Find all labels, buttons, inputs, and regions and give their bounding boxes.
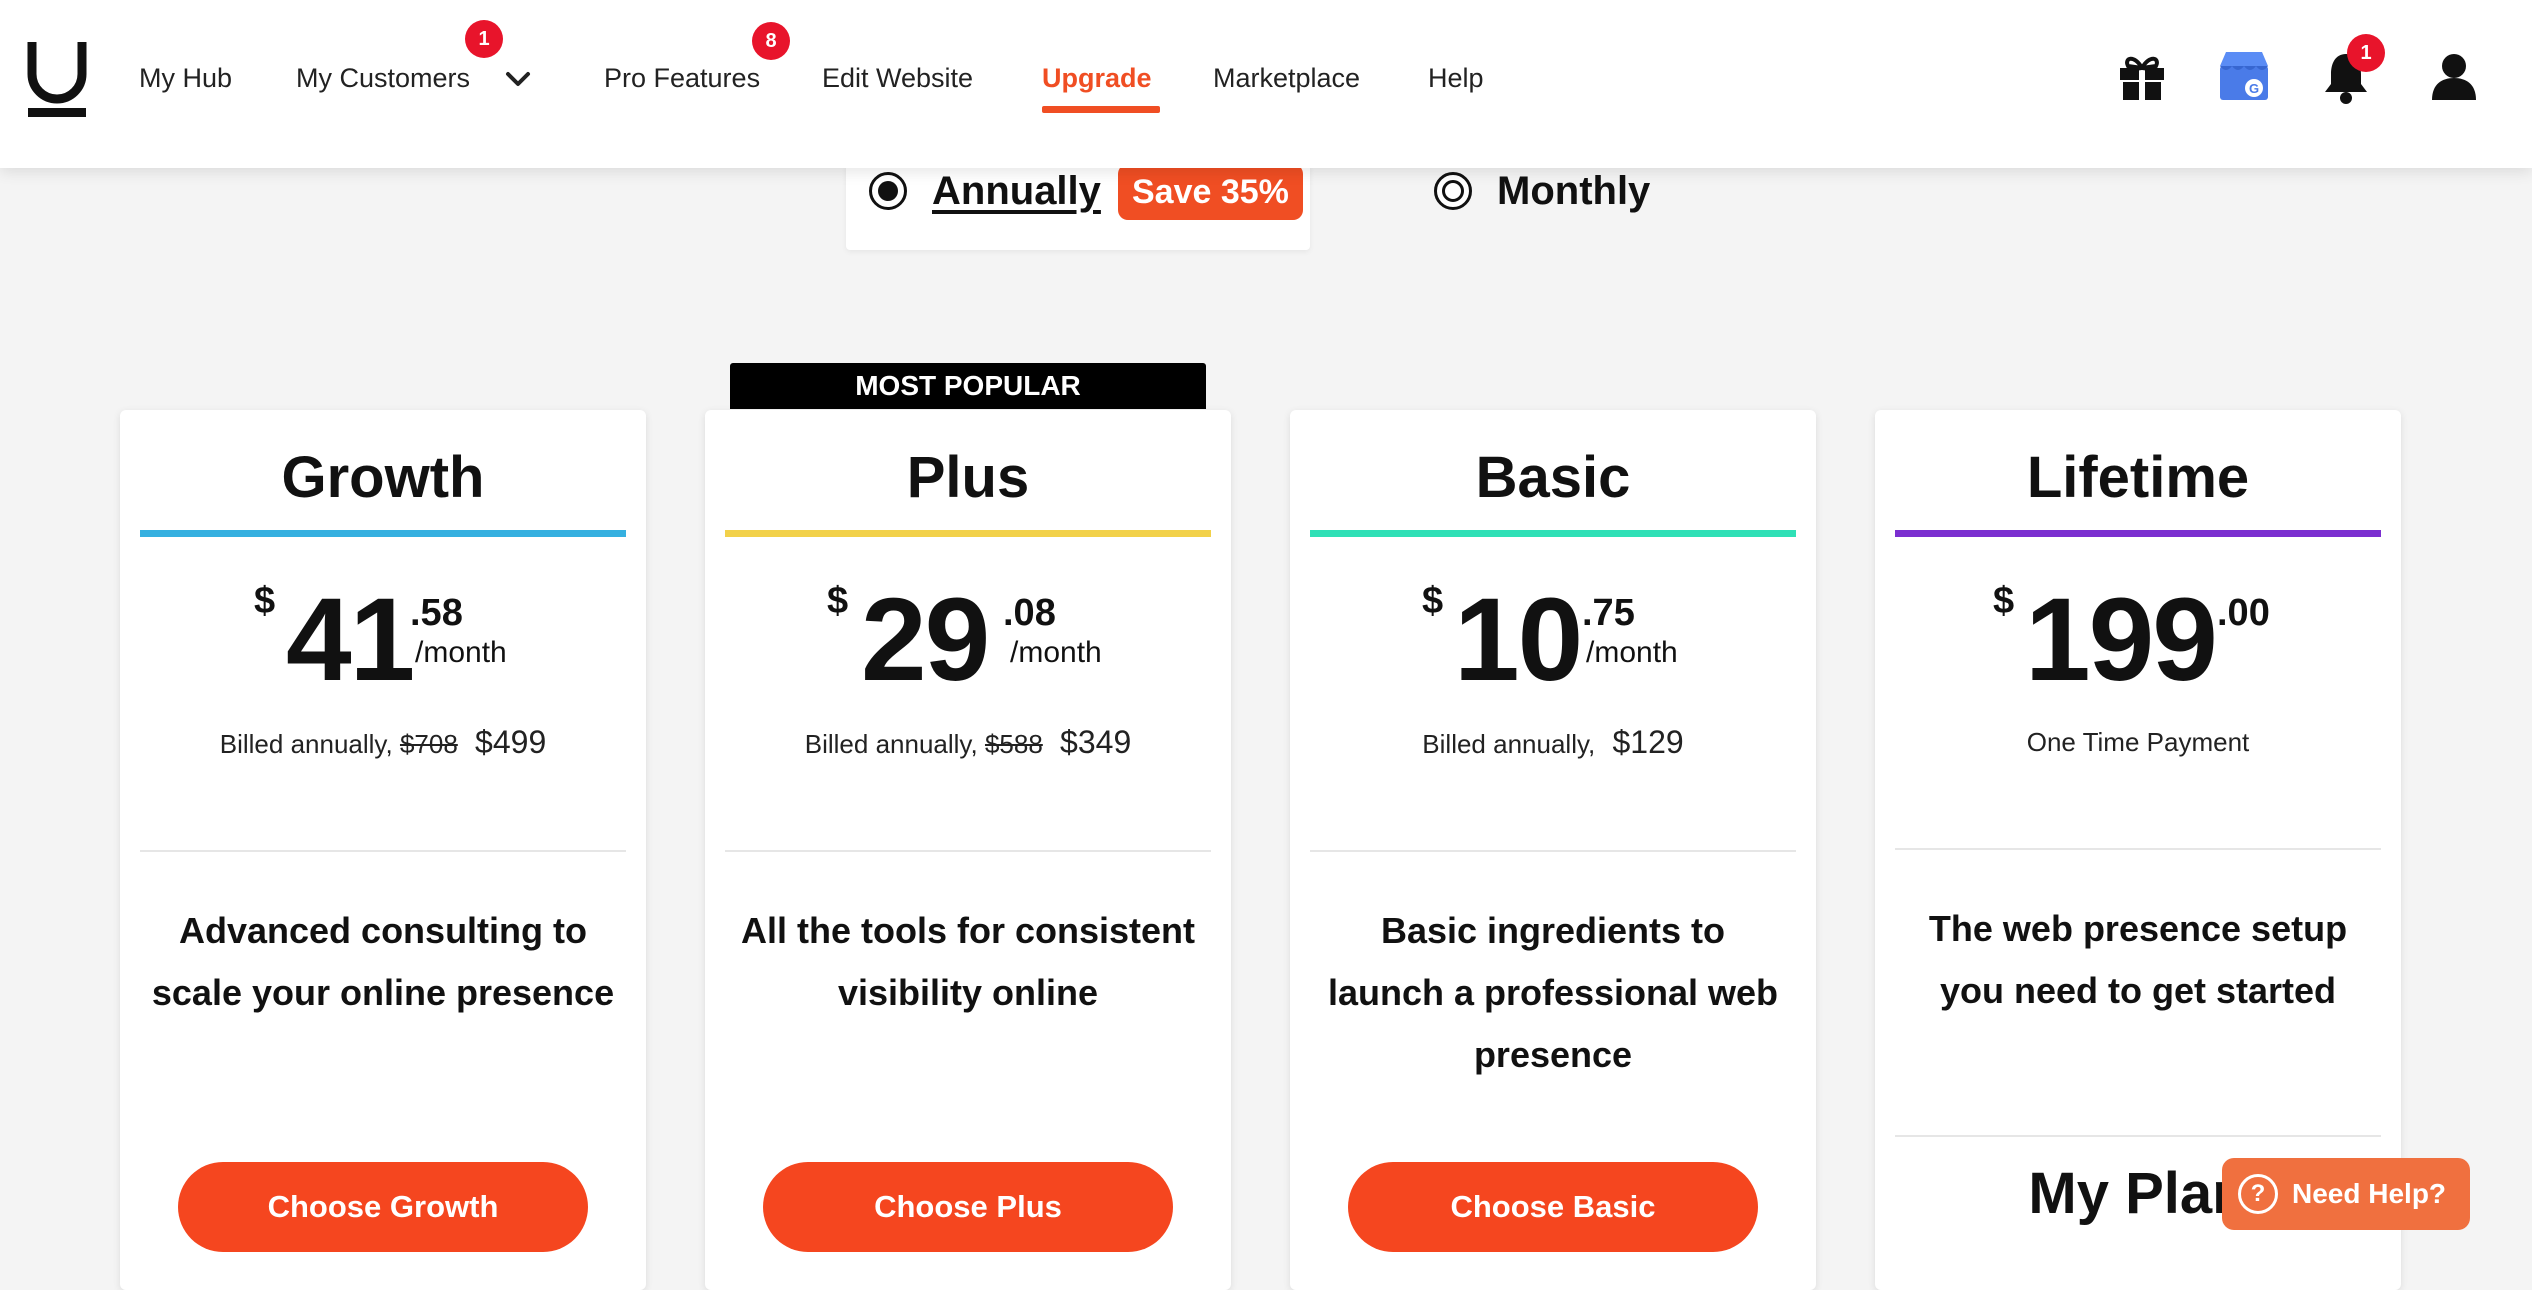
pro-features-badge: 8	[752, 22, 790, 60]
plan-description: The web presence setup you need to get s…	[1928, 908, 2348, 1011]
price-period: /month	[1010, 636, 1102, 669]
divider	[1310, 850, 1796, 852]
currency-symbol: $	[1993, 580, 2015, 622]
plan-color-bar	[140, 530, 626, 537]
price-whole: 29	[861, 574, 990, 706]
price-cents: .08	[1003, 592, 1056, 634]
price-period: /month	[1586, 636, 1678, 669]
nav-upgrade[interactable]: Upgrade	[1042, 58, 1152, 98]
price-period: /month	[415, 636, 507, 669]
currency-symbol: $	[1422, 580, 1444, 622]
price-cents: .00	[2217, 592, 2270, 634]
radio-unselected-ring	[1442, 180, 1464, 202]
annually-radio[interactable]	[869, 172, 907, 210]
save-35-badge: Save 35%	[1118, 164, 1303, 220]
question-icon: ?	[2238, 1174, 2278, 1214]
plan-card-growth: Growth $ 41 .58 /month Billed annually, …	[120, 410, 646, 1290]
billing-note: Billed annually, $708 $499	[120, 722, 646, 764]
plan-name: Lifetime	[2026, 445, 2250, 510]
notification-badge: 1	[2347, 34, 2385, 72]
new-price: $129	[1612, 724, 1684, 760]
plan-description: Basic ingredients to launch a profession…	[1327, 910, 1779, 1075]
nav-help[interactable]: Help	[1428, 58, 1484, 98]
divider	[140, 850, 626, 852]
choose-plus-button[interactable]: Choose Plus	[763, 1162, 1173, 1252]
plan-name: Growth	[281, 445, 485, 510]
plan-price: $ 199 .00	[1875, 570, 2401, 710]
currency-symbol: $	[254, 580, 276, 622]
monthly-label[interactable]: Monthly	[1497, 166, 1650, 216]
nav-my-customers[interactable]: My Customers	[296, 58, 470, 98]
plan-price: $ 29 .08 /month	[705, 570, 1231, 710]
radio-selected-dot	[878, 181, 898, 201]
nav-edit-website[interactable]: Edit Website	[822, 58, 973, 98]
plan-card-plus: Plus $ 29 .08 /month Billed annually, $5…	[705, 410, 1231, 1290]
price-cents: .75	[1582, 592, 1635, 634]
need-help-button[interactable]: ? Need Help?	[2222, 1158, 2470, 1230]
top-navigation-bar: My Hub My Customers 1 Pro Features 8 Edi…	[0, 0, 2532, 168]
billed-prefix: Billed annually,	[1422, 729, 1596, 759]
billed-prefix: Billed annually,	[219, 729, 393, 759]
brand-logo-icon[interactable]	[26, 40, 88, 118]
price-cents: .58	[410, 592, 463, 634]
nav-my-hub[interactable]: My Hub	[139, 58, 232, 98]
billing-note: One Time Payment	[2026, 727, 2250, 757]
my-customers-badge: 1	[465, 20, 503, 58]
choose-growth-button[interactable]: Choose Growth	[178, 1162, 588, 1252]
divider	[725, 850, 1211, 852]
plan-color-bar	[1895, 530, 2381, 537]
plan-description: Advanced consulting to scale your online…	[151, 910, 615, 1013]
divider	[1895, 848, 2381, 850]
svg-text:G: G	[2249, 81, 2259, 96]
divider	[1895, 1135, 2381, 1137]
monthly-radio[interactable]	[1434, 172, 1472, 210]
plan-name: Basic	[1475, 445, 1631, 510]
billing-note: Billed annually, $588 $349	[705, 722, 1231, 764]
active-tab-indicator	[1042, 106, 1160, 113]
gift-icon[interactable]	[2112, 46, 2172, 106]
new-price: $499	[475, 724, 547, 760]
nav-pro-features[interactable]: Pro Features	[604, 58, 760, 98]
billed-prefix: Billed annually,	[804, 729, 978, 759]
chevron-down-icon[interactable]	[500, 64, 536, 94]
annually-label[interactable]: Annually	[932, 166, 1101, 216]
plan-price: $ 41 .58 /month	[120, 570, 646, 710]
need-help-label: Need Help?	[2292, 1178, 2447, 1209]
old-price: $588	[984, 729, 1043, 759]
currency-symbol: $	[827, 580, 849, 622]
user-icon[interactable]	[2424, 46, 2484, 106]
plan-price: $ 10 .75 /month	[1290, 570, 1816, 710]
nav-marketplace[interactable]: Marketplace	[1213, 58, 1360, 98]
plan-description: All the tools for consistent visibility …	[740, 910, 1196, 1013]
most-popular-tag: MOST POPULAR	[730, 363, 1206, 409]
old-price: $708	[399, 729, 458, 759]
plan-name: Plus	[906, 445, 1030, 510]
google-business-icon[interactable]: G	[2214, 46, 2274, 106]
plan-color-bar	[725, 530, 1211, 537]
choose-basic-button[interactable]: Choose Basic	[1348, 1162, 1758, 1252]
plan-card-basic: Basic $ 10 .75 /month Billed annually, $…	[1290, 410, 1816, 1290]
price-whole: 41	[286, 574, 415, 706]
plan-color-bar	[1310, 530, 1796, 537]
price-whole: 10	[1454, 574, 1583, 706]
price-whole: 199	[2025, 574, 2218, 706]
new-price: $349	[1060, 724, 1132, 760]
billing-note: Billed annually, $129	[1290, 722, 1816, 764]
